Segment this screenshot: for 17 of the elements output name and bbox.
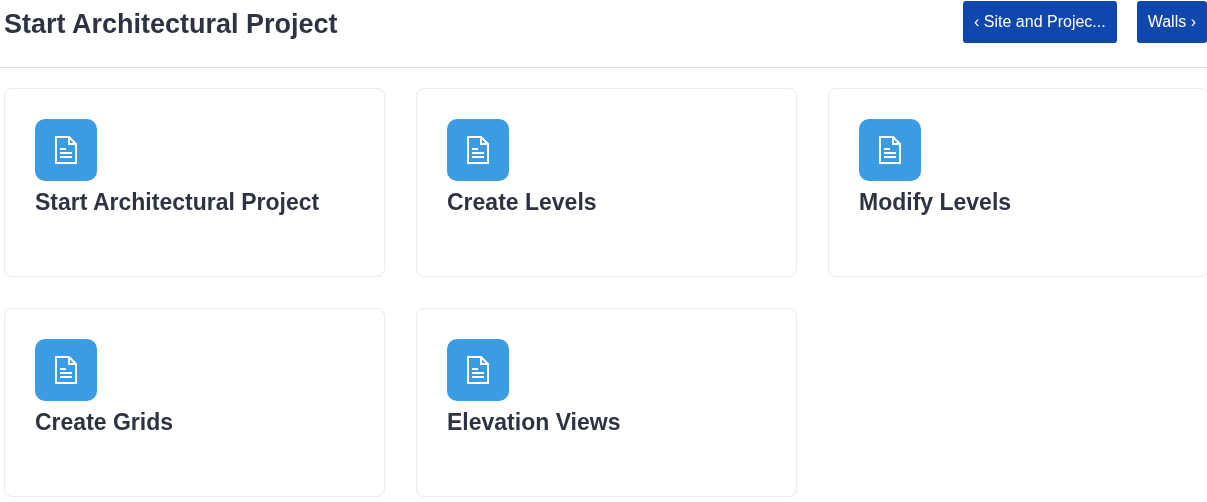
document-icon [859, 119, 921, 181]
card-title: Create Grids [35, 408, 174, 437]
document-icon [447, 339, 509, 401]
document-icon [35, 119, 97, 181]
nav-button[interactable]: Walls › [1136, 1, 1207, 43]
document-icon [35, 339, 97, 401]
card-title: Create Levels [447, 188, 597, 217]
card[interactable]: Start Architectural Project [4, 88, 385, 277]
card[interactable]: Elevation Views [416, 308, 797, 497]
nav-button[interactable]: ‹ Site and Projec... [963, 1, 1117, 43]
card-title: Modify Levels [859, 188, 1012, 217]
document-icon [447, 119, 509, 181]
page-title: Start Architectural Project [4, 8, 338, 41]
card-title: Start Architectural Project [35, 188, 320, 217]
card-title: Elevation Views [447, 408, 621, 437]
card[interactable]: Create Grids [4, 308, 385, 497]
card[interactable]: Create Levels [416, 88, 797, 277]
